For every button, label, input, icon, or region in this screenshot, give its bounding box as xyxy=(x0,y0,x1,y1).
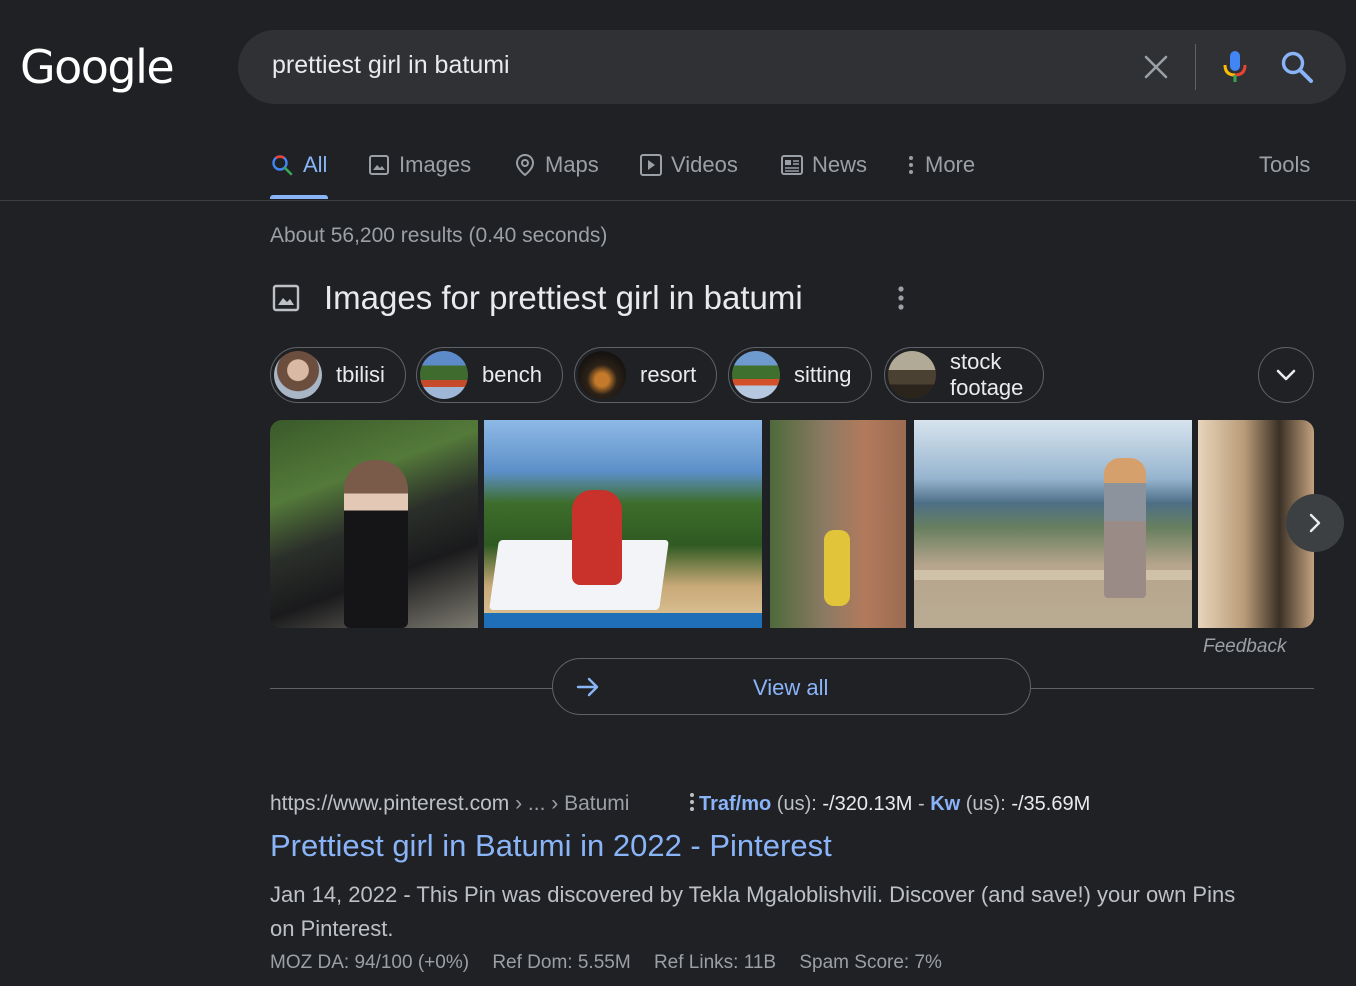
tab-images[interactable]: Images xyxy=(368,150,471,180)
tab-label: More xyxy=(925,152,976,177)
chip-bench[interactable]: bench xyxy=(416,347,563,403)
result-url[interactable]: https://www.pinterest.com › ... › Batumi xyxy=(270,792,629,816)
chip-sitting[interactable]: sitting xyxy=(728,347,873,403)
chip-tbilisi[interactable]: tbilisi xyxy=(270,347,406,403)
kebab-icon[interactable] xyxy=(892,285,910,311)
chip-thumbnail xyxy=(274,351,322,399)
arrow-right-icon xyxy=(576,677,599,697)
chip-stock-footage[interactable]: stock footage xyxy=(884,347,1045,403)
result-snippet: Jan 14, 2022 - This Pin was discovered b… xyxy=(270,878,1250,946)
divider-line xyxy=(270,688,553,689)
result-stats: About 56,200 results (0.40 seconds) xyxy=(270,224,608,247)
google-logo[interactable]: Google xyxy=(20,40,175,94)
search-divider xyxy=(1195,44,1196,90)
result-domain: https://www.pinterest.com xyxy=(270,792,510,815)
kebab-icon[interactable] xyxy=(688,792,696,812)
tab-label: Images xyxy=(399,152,472,177)
play-icon xyxy=(640,154,662,176)
seo-keywords-region: (us): xyxy=(960,793,1012,815)
search-icon[interactable] xyxy=(1280,50,1314,84)
search-tabs: All Images Maps Videos News More Tools xyxy=(270,140,1320,200)
tab-label: All xyxy=(303,152,328,177)
chip-resort[interactable]: resort xyxy=(574,347,718,403)
tab-maps[interactable]: Maps xyxy=(514,150,599,180)
result-breadcrumb: › ... › Batumi xyxy=(509,792,630,815)
result-snippet-text: - This Pin was discovered by Tekla Mgalo… xyxy=(270,882,1236,941)
chevron-right-icon xyxy=(1309,513,1321,533)
search-box[interactable]: prettiest girl in batumi xyxy=(238,30,1346,104)
tab-news[interactable]: News xyxy=(781,150,867,180)
result-date: Jan 14, 2022 xyxy=(270,882,398,907)
view-all-button[interactable]: View all xyxy=(552,658,1031,715)
seo-metrics: MOZ DA: 94/100 (+0%) Ref Dom: 5.55M Ref … xyxy=(270,952,960,974)
ref-dom-metric: Ref Dom: 5.55M xyxy=(492,952,631,973)
close-icon[interactable] xyxy=(1142,53,1170,81)
feedback-link[interactable]: Feedback xyxy=(1203,636,1286,658)
tab-all[interactable]: All xyxy=(270,150,327,180)
expand-chips-button[interactable] xyxy=(1258,347,1314,403)
chip-label: stock footage xyxy=(950,349,1024,400)
seo-traffic-key[interactable]: Traf/mo xyxy=(699,793,771,815)
divider-line xyxy=(1031,688,1314,689)
chip-label: tbilisi xyxy=(336,362,385,387)
tab-videos[interactable]: Videos xyxy=(640,150,738,180)
moz-da-metric: MOZ DA: 94/100 (+0%) xyxy=(270,952,470,973)
kebab-icon xyxy=(909,156,913,174)
seo-traffic-value: -/320.13M xyxy=(822,793,913,815)
spam-score-metric: Spam Score: 7% xyxy=(799,952,942,973)
seo-toolbar: Traf/mo (us): -/320.13M - Kw (us): -/35.… xyxy=(688,792,1090,816)
image-strip-next-button[interactable] xyxy=(1286,494,1344,552)
image-thumbnail[interactable] xyxy=(914,420,1192,628)
view-all-label: View all xyxy=(753,675,829,700)
map-pin-icon xyxy=(515,153,535,177)
header-divider xyxy=(0,200,1356,201)
newspaper-icon xyxy=(781,155,803,175)
tab-label: News xyxy=(812,152,868,177)
tab-label: Maps xyxy=(545,152,599,177)
image-icon xyxy=(272,284,300,312)
mic-icon[interactable] xyxy=(1220,50,1250,84)
images-section-header: Images for prettiest girl in batumi xyxy=(270,278,803,318)
active-tab-indicator xyxy=(270,195,328,199)
seo-separator: - xyxy=(912,793,931,815)
seo-keywords-value: -/35.69M xyxy=(1011,793,1091,815)
ref-links-metric: Ref Links: 11B xyxy=(653,952,777,973)
search-icon xyxy=(272,155,293,176)
tab-label: Videos xyxy=(671,152,738,177)
seo-traffic-region: (us): xyxy=(771,793,823,815)
chip-thumbnail xyxy=(732,351,780,399)
images-section-title[interactable]: Images for prettiest girl in batumi xyxy=(324,279,803,317)
result-title-link[interactable]: Prettiest girl in Batumi in 2022 - Pinte… xyxy=(270,828,832,864)
chip-label: resort xyxy=(640,362,697,387)
chevron-down-icon xyxy=(1276,369,1296,381)
search-input[interactable]: prettiest girl in batumi xyxy=(272,51,510,80)
tab-more[interactable]: More xyxy=(906,150,975,180)
image-icon xyxy=(369,155,389,175)
tools-button[interactable]: Tools xyxy=(1259,150,1310,180)
chip-label: bench xyxy=(482,362,542,387)
seo-keywords-key[interactable]: Kw xyxy=(930,793,960,815)
image-thumbnail[interactable] xyxy=(770,420,906,628)
image-thumbnail[interactable] xyxy=(270,420,478,628)
chip-label: sitting xyxy=(794,362,852,387)
chip-thumbnail xyxy=(888,351,936,399)
chip-thumbnail xyxy=(578,351,626,399)
image-thumbnail[interactable] xyxy=(484,420,762,628)
chip-thumbnail xyxy=(420,351,468,399)
image-results-strip xyxy=(270,420,1314,628)
